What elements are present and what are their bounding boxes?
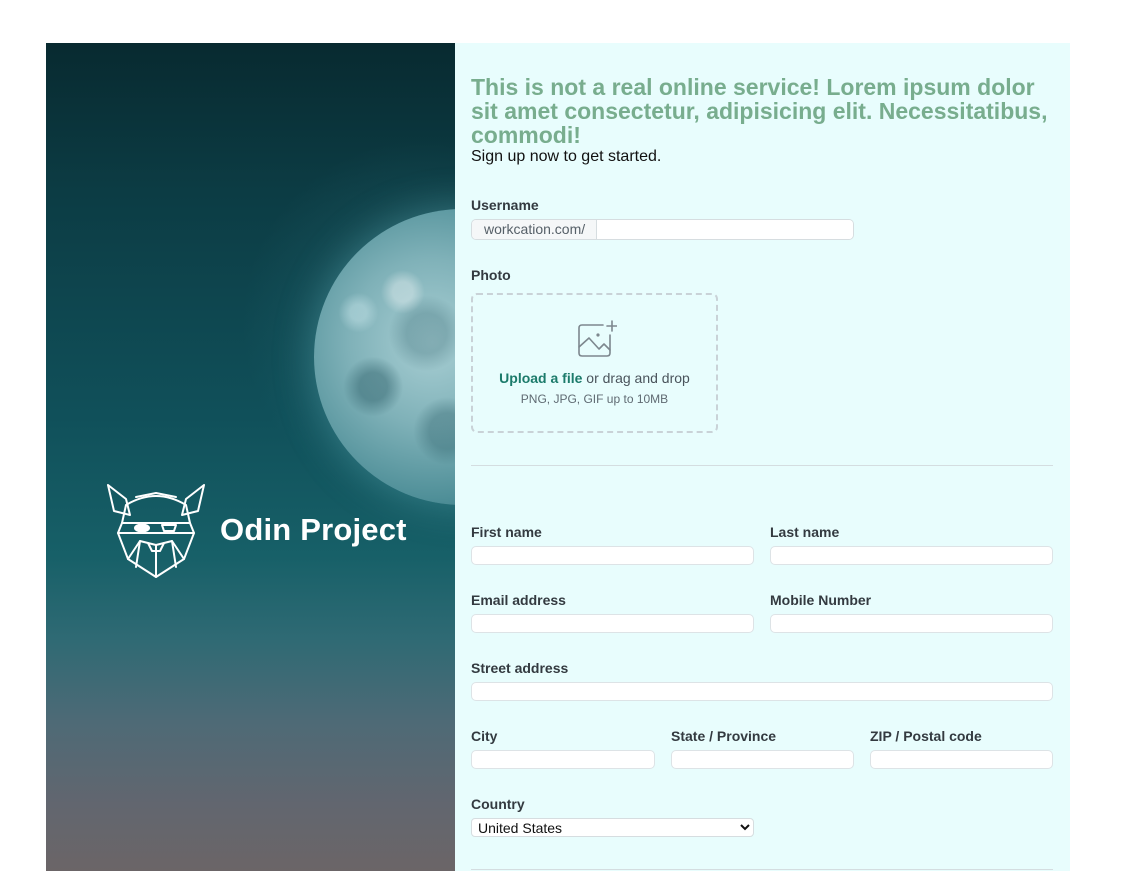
- username-label: Username: [471, 197, 539, 213]
- mobile-input[interactable]: [770, 614, 1053, 633]
- photo-dropzone[interactable]: Upload a file or drag and drop PNG, JPG,…: [471, 293, 718, 433]
- image-add-icon: [578, 320, 617, 357]
- email-input[interactable]: [471, 614, 754, 633]
- country-select[interactable]: United States: [471, 818, 754, 837]
- last-name-label: Last name: [770, 524, 840, 540]
- first-name-label: First name: [471, 524, 542, 540]
- photo-label: Photo: [471, 267, 511, 283]
- section-divider: [471, 465, 1053, 466]
- mobile-label: Mobile Number: [770, 592, 872, 608]
- last-name-input[interactable]: [770, 546, 1053, 565]
- brand: Odin Project: [106, 481, 407, 579]
- country-label: Country: [471, 796, 525, 812]
- upload-instructions: Upload a file or drag and drop: [473, 370, 716, 386]
- state-label: State / Province: [671, 728, 777, 744]
- city-input[interactable]: [471, 750, 655, 769]
- street-input[interactable]: [471, 682, 1053, 701]
- city-label: City: [471, 728, 498, 744]
- signup-form: This is not a real online service! Lorem…: [455, 43, 1070, 871]
- state-input[interactable]: [671, 750, 854, 769]
- signup-page: Odin Project This is not a real online s…: [46, 43, 1070, 871]
- headline: This is not a real online service! Lorem…: [471, 74, 1048, 148]
- zip-input[interactable]: [870, 750, 1053, 769]
- subline: Sign up now to get started.: [471, 148, 662, 165]
- username-input[interactable]: [597, 220, 853, 239]
- username-prefix: workcation.com/: [472, 220, 598, 239]
- first-name-input[interactable]: [471, 546, 754, 565]
- street-label: Street address: [471, 660, 569, 676]
- upload-hint: PNG, JPG, GIF up to 10MB: [520, 392, 669, 406]
- upload-file-link[interactable]: Upload a file: [499, 370, 582, 386]
- odin-helmet-logo-icon: [107, 484, 205, 578]
- bottom-divider: [471, 869, 1053, 870]
- username-field-group: workcation.com/: [471, 219, 854, 240]
- zip-label: ZIP / Postal code: [870, 728, 982, 744]
- hero-panel: Odin Project: [46, 43, 455, 871]
- brand-name: Odin Project: [220, 512, 407, 547]
- upload-drag-text: or drag and drop: [582, 370, 690, 386]
- email-label: Email address: [471, 592, 566, 608]
